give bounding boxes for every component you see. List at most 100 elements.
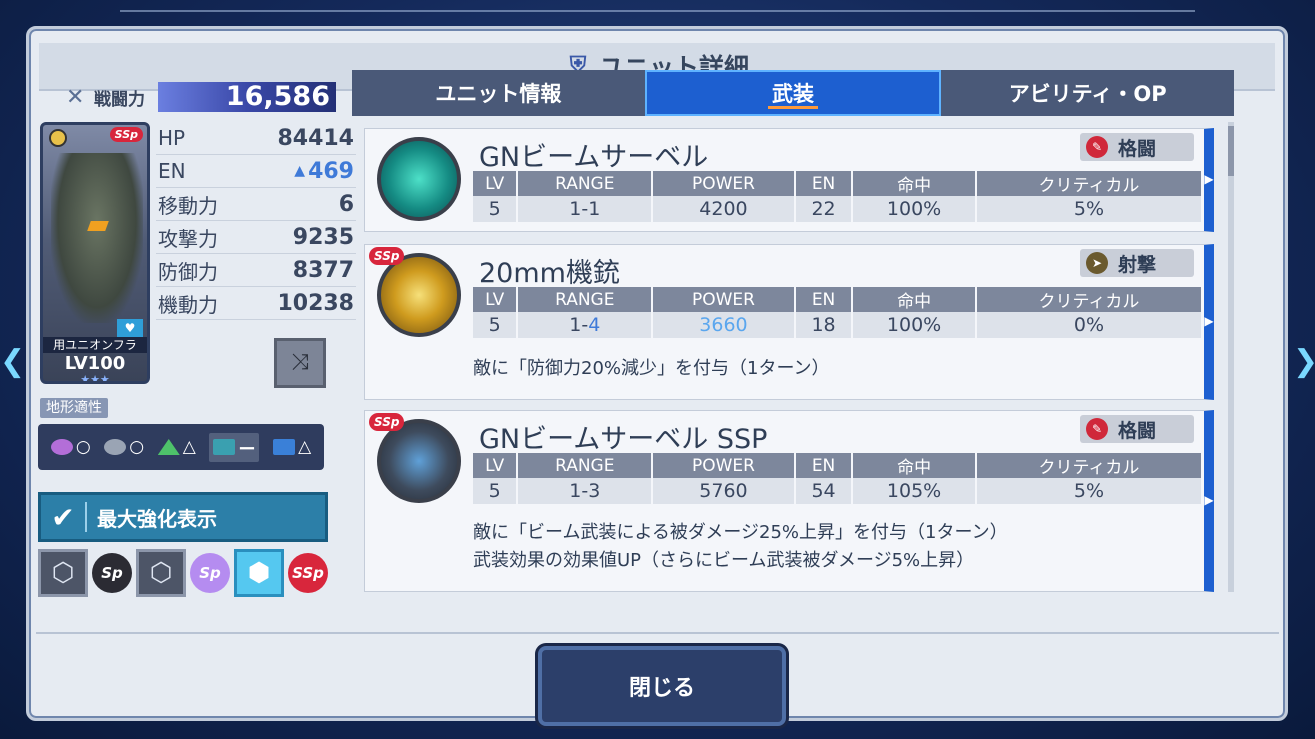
- weapon-type-label: 格闘: [1118, 419, 1157, 442]
- ssp-badge: SSp: [369, 247, 405, 265]
- next-unit-arrow-icon[interactable]: ❯: [1293, 340, 1315, 384]
- cell-hit: 105%: [852, 478, 977, 504]
- col-header: LV: [473, 171, 519, 196]
- terrain-grade: ー: [238, 439, 256, 460]
- weapon-stats-table: LV RANGE POWER EN 命中 クリティカル 5 1-1 4200 2…: [473, 171, 1204, 222]
- space-icon: [50, 439, 73, 455]
- crossed-swords-icon: ✕: [66, 84, 85, 110]
- unit-portrait-icon: [377, 419, 461, 503]
- weapon-type-label: 射撃: [1118, 253, 1157, 276]
- col-header: 命中: [852, 171, 977, 196]
- prev-unit-arrow-icon[interactable]: ❮: [0, 340, 25, 384]
- top-frame-line: [120, 10, 1195, 12]
- divider: [36, 632, 1279, 634]
- stat-row-en: EN ▲ 469: [156, 155, 356, 188]
- scrollbar-thumb[interactable]: [1228, 126, 1234, 176]
- terrain-air: ○: [104, 437, 144, 457]
- slot-hexagon-1[interactable]: ⬡: [38, 549, 88, 597]
- cell-crit: 5%: [975, 478, 1204, 504]
- stat-label: 移動力: [158, 193, 218, 218]
- cell-hit: 100%: [852, 312, 977, 338]
- sp-badge: Sp: [92, 553, 132, 593]
- weapon-name: GNビームサーベル: [479, 142, 709, 173]
- transform-toggle-button[interactable]: ⤨: [274, 338, 326, 388]
- weapon-type-label: 格闘: [1118, 137, 1157, 160]
- combat-power-row: ✕ 戦闘力 16,586: [66, 80, 336, 114]
- col-header: 命中: [852, 287, 977, 312]
- unit-name: 用ユニオンフラ: [43, 337, 147, 353]
- unit-stars: ★★★: [80, 373, 110, 384]
- sp-badge: Sp: [190, 553, 230, 593]
- max-enhance-label: 最大強化表示: [97, 506, 217, 531]
- stat-label: 機動力: [158, 292, 218, 317]
- scrollbar[interactable]: [1228, 122, 1234, 592]
- ssp-badge: SSp: [369, 413, 405, 431]
- stat-label: HP: [158, 126, 186, 150]
- cell-lv: 5: [473, 478, 519, 504]
- stat-label: 攻撃力: [158, 226, 218, 251]
- col-header: EN: [794, 287, 854, 312]
- close-button[interactable]: 閉じる: [538, 646, 786, 726]
- slot-hexagon-2[interactable]: ⬡: [136, 549, 186, 597]
- weapon-item[interactable]: SSp GNビームサーベル SSP ✎ 格闘 LV RANGE POWER EN…: [364, 410, 1214, 592]
- machine-gun-icon: [377, 253, 461, 337]
- weapon-stats-table: LV RANGE POWER EN 命中 クリティカル 5 1-3 5760 5…: [473, 453, 1204, 504]
- weapon-name: 20mm機銃: [479, 258, 620, 289]
- terrain-water: ー: [209, 432, 260, 462]
- col-header: RANGE: [517, 453, 654, 478]
- unit-visor: [87, 221, 109, 231]
- weapon-effect: 武装効果の効果値UP（さらにビーム武装被ダメージ5%上昇）: [473, 550, 975, 571]
- cell-en: 54: [794, 478, 854, 504]
- col-header: EN: [794, 453, 854, 478]
- stat-label: 防御力: [158, 259, 218, 284]
- expand-arrow-icon: ▶: [1204, 172, 1214, 186]
- cell-crit: 0%: [975, 312, 1204, 338]
- tab-ability-op[interactable]: アビリティ・OP: [941, 70, 1234, 116]
- en-up-arrow-icon: ▲: [294, 163, 306, 179]
- ground-icon: [157, 439, 180, 455]
- cell-range: 1-1: [517, 196, 654, 222]
- terrain-adaptation: ○ ○ △ ー △: [38, 424, 324, 470]
- weapon-item[interactable]: SSp 20mm機銃 ➤ 射撃 LV RANGE POWER EN 命中 クリテ…: [364, 244, 1214, 400]
- stat-value: 9235: [292, 224, 354, 250]
- col-header: POWER: [652, 171, 796, 196]
- col-header: LV: [473, 453, 519, 478]
- terrain-grade: ○: [129, 437, 145, 457]
- en-value-wrap: ▲ 469: [294, 159, 354, 184]
- cell-power: 4200: [652, 196, 796, 222]
- ssp-badge: SSp: [288, 553, 328, 593]
- terrain-space: ○: [50, 437, 91, 457]
- tab-weapons[interactable]: 武装: [644, 70, 942, 116]
- col-header: 命中: [852, 453, 977, 478]
- stat-row-move: 移動力 6: [156, 188, 356, 221]
- unit-level: LV100: [64, 353, 126, 374]
- weapon-effect: 敵に「防御力20%減少」を付与（1ターン）: [473, 358, 830, 379]
- unit-card[interactable]: SSp ♥ 用ユニオンフラ LV100 ★★★: [40, 122, 150, 384]
- terrain-underground: △: [273, 437, 311, 457]
- col-header: POWER: [652, 453, 796, 478]
- combat-power-value: 16,586: [158, 82, 336, 112]
- unit-rank-badge: SSp: [109, 127, 143, 142]
- stat-row-mobility: 機動力 10238: [156, 287, 356, 320]
- air-icon: [104, 439, 127, 455]
- expand-arrow-icon: ▶: [1204, 314, 1214, 328]
- terrain-grade: ○: [75, 437, 91, 457]
- beam-saber-icon: [377, 137, 461, 221]
- stat-label: EN: [158, 159, 186, 183]
- water-icon: [213, 439, 236, 455]
- stat-row-attack: 攻撃力 9235: [156, 221, 356, 254]
- stat-value: 8377: [292, 257, 354, 283]
- stats-list: HP 84414 EN ▲ 469 移動力 6 攻撃力 9235 防御力 837…: [156, 122, 356, 320]
- check-icon: ✔: [51, 500, 75, 534]
- max-enhance-toggle[interactable]: ✔ 最大強化表示: [38, 492, 328, 542]
- expand-arrow-icon: ▶: [1204, 493, 1214, 507]
- cell-crit: 5%: [975, 196, 1204, 222]
- col-header: クリティカル: [975, 171, 1204, 196]
- unit-portrait: [51, 153, 143, 323]
- weapon-item[interactable]: GNビームサーベル ✎ 格闘 LV RANGE POWER EN 命中 クリティ…: [364, 128, 1214, 232]
- tab-unit-info[interactable]: ユニット情報: [352, 70, 645, 116]
- shooting-icon: ➤: [1086, 252, 1108, 274]
- stat-value: 10238: [277, 290, 354, 316]
- slot-hexagon-3[interactable]: ⬢: [234, 549, 284, 597]
- weapon-list[interactable]: GNビームサーベル ✎ 格闘 LV RANGE POWER EN 命中 クリティ…: [352, 122, 1234, 592]
